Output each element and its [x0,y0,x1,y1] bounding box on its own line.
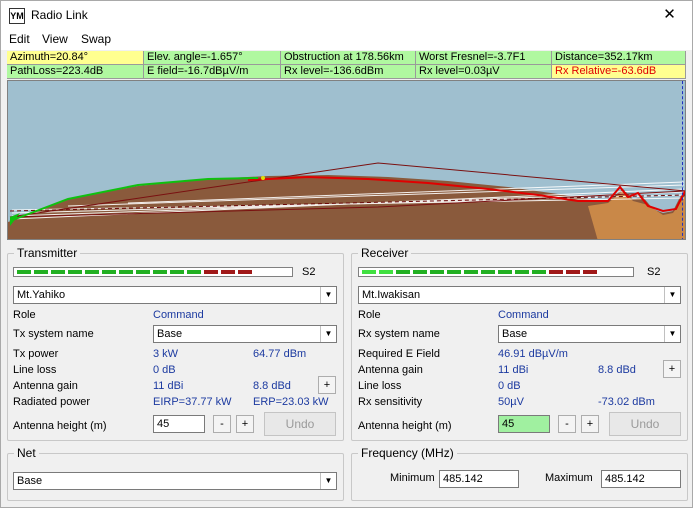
chevron-down-icon[interactable]: ▼ [664,287,680,303]
rx-role-value: Command [498,309,549,321]
rx-gain-plus-button[interactable]: + [663,360,681,378]
tx-undo-button[interactable]: Undo [264,412,336,436]
tx-role-label: Role [13,309,36,321]
freq-min-input[interactable]: 485.142 [439,470,519,488]
menu-bar: Edit View Swap [1,30,692,50]
tx-radiated-label: Radiated power [13,396,91,408]
rx-sens-dbm: -73.02 dBm [598,396,655,408]
rx-system-label: Rx system name [358,328,440,340]
net-value: Base [17,475,43,487]
rx-system-value: Base [502,328,528,340]
freq-min-label: Minimum [390,472,435,484]
chevron-down-icon[interactable]: ▼ [320,326,336,342]
worst-fresnel-value: Worst Fresnel=-3.7F1 [416,51,552,65]
tx-system-label: Tx system name [13,328,94,340]
window-title: Radio Link [31,8,88,22]
menu-swap[interactable]: Swap [81,32,111,46]
rx-height-input[interactable]: 45 [498,415,550,433]
tx-site-select[interactable]: Mt.Yahiko ▼ [13,286,337,304]
rx-site-value: Mt.Iwakisan [362,289,421,301]
receiver-group: Receiver S2 Mt.Iwakisan ▼ Role Command R… [351,246,688,441]
chevron-down-icon[interactable]: ▼ [320,287,336,303]
radio-link-window: YM Radio Link ✕ Edit View Swap Azimuth=2… [0,0,693,508]
rx-signal-meter [358,267,634,277]
tx-erp-value: ERP=23.03 kW [253,396,329,408]
net-title: Net [14,446,39,460]
link-info-grid: Azimuth=20.84° Elev. angle=-1.657° Obstr… [7,51,686,80]
rx-req-field-label: Required E Field [358,348,440,360]
azimuth-value: Azimuth=20.84° [7,51,144,65]
freq-max-input[interactable]: 485.142 [601,470,681,488]
obstruction-value: Obstruction at 178.56km [281,51,416,65]
tx-meter-label: S2 [302,266,316,278]
rx-gain-dbd: 8.8 dBd [598,364,636,376]
rx-relative-value: Rx Relative=-63.6dB [552,65,686,79]
tx-line-loss-label: Line loss [13,364,57,376]
frequency-group: Frequency (MHz) Minimum 485.142 Maximum … [351,446,688,501]
rx-level-uv-value: Rx level=0.03µV [416,65,552,79]
rx-role-label: Role [358,309,381,321]
rx-sens-uv: 50µV [498,396,524,408]
tx-power-dbm: 64.77 dBm [253,348,307,360]
net-group: Net Base ▼ [7,446,344,501]
tx-gain-plus-button[interactable]: + [318,376,336,394]
receiver-title: Receiver [358,246,412,260]
elev-angle-value: Elev. angle=-1.657° [144,51,281,65]
rx-height-minus-button[interactable]: - [558,415,576,433]
tx-height-plus-button[interactable]: + [236,415,254,433]
rx-line-loss-value: 0 dB [498,380,521,392]
freq-max-label: Maximum [545,472,593,484]
tx-eirp-value: EIRP=37.77 kW [153,396,232,408]
tx-power-label: Tx power [13,348,59,360]
tx-role-value: Command [153,309,204,321]
tx-signal-meter [13,267,293,277]
rx-req-field-value: 46.91 dBµV/m [498,348,568,360]
transmitter-title: Transmitter [14,246,81,260]
menu-edit[interactable]: Edit [9,32,30,46]
title-bar: YM Radio Link ✕ [1,1,692,30]
rx-site-select[interactable]: Mt.Iwakisan ▼ [358,286,681,304]
chevron-down-icon[interactable]: ▼ [664,326,680,342]
tx-gain-dbi: 11 dBi [153,380,184,392]
tx-power-kw: 3 kW [153,348,179,360]
tx-height-minus-button[interactable]: - [213,415,231,433]
rx-sens-label: Rx sensitivity [358,396,423,408]
tx-site-value: Mt.Yahiko [17,289,66,301]
profile-marker [682,81,683,239]
transmitter-group: Transmitter S2 Mt.Yahiko ▼ Role Command … [7,246,344,441]
tx-height-label: Antenna height (m) [13,420,107,432]
tx-system-value: Base [157,328,183,340]
tx-gain-dbd: 8.8 dBd [253,380,291,392]
tx-line-loss-value: 0 dB [153,364,176,376]
frequency-title: Frequency (MHz) [358,446,457,460]
rx-height-label: Antenna height (m) [358,420,452,432]
app-icon: YM [9,8,25,24]
terrain-profile[interactable] [7,80,686,240]
rx-level-dbm-value: Rx level=-136.6dBm [281,65,416,79]
path-loss-value: PathLoss=223.4dB [7,65,144,79]
rx-gain-dbi: 11 dBi [498,364,529,376]
rx-height-plus-button[interactable]: + [581,415,599,433]
rx-line-loss-label: Line loss [358,380,402,392]
rx-undo-button[interactable]: Undo [609,412,681,436]
tx-system-select[interactable]: Base ▼ [153,325,337,343]
chevron-down-icon[interactable]: ▼ [320,473,336,489]
tx-gain-label: Antenna gain [13,380,78,392]
rx-system-select[interactable]: Base ▼ [498,325,681,343]
menu-view[interactable]: View [42,32,68,46]
rx-gain-label: Antenna gain [358,364,423,376]
rx-meter-label: S2 [647,266,661,278]
tx-height-input[interactable]: 45 [153,415,205,433]
e-field-value: E field=-16.7dBµV/m [144,65,281,79]
net-select[interactable]: Base ▼ [13,472,337,490]
distance-value: Distance=352.17km [552,51,686,65]
close-icon[interactable]: ✕ [647,1,692,30]
